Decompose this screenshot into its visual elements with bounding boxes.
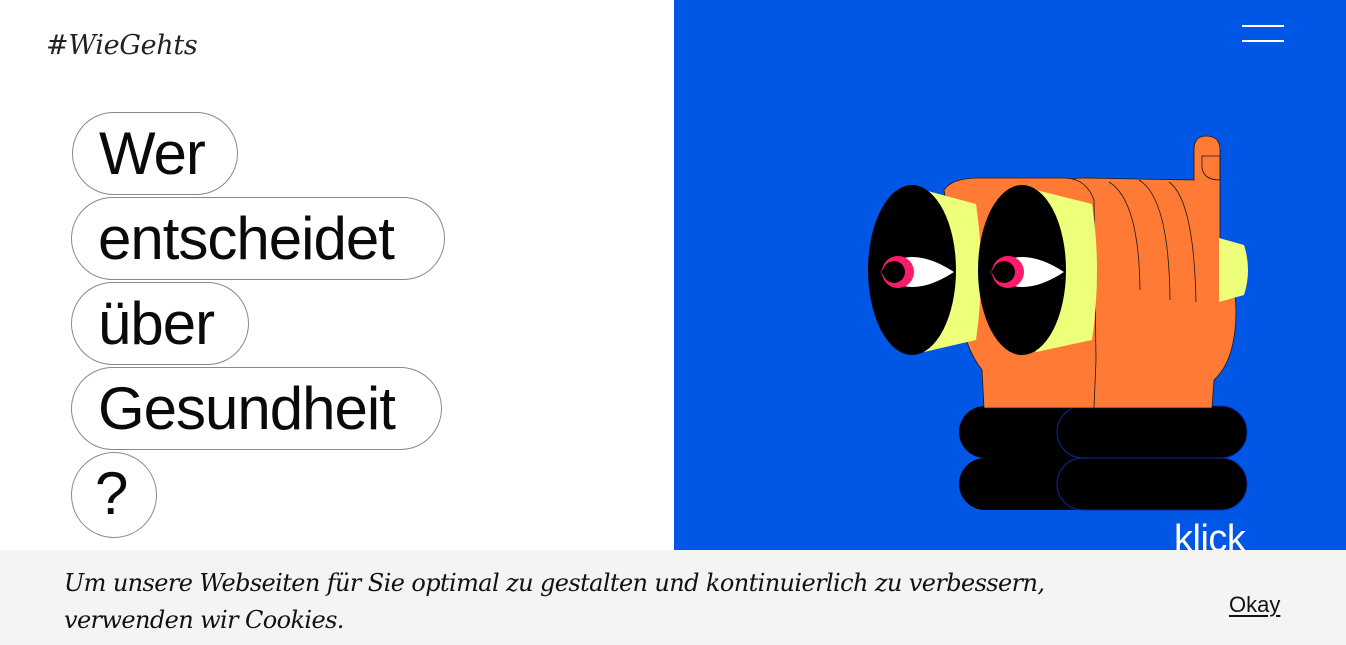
site-logo[interactable]: #WieGehts (46, 30, 198, 61)
cookie-message: Um unsere Webseiten für Sie optimal zu g… (64, 569, 1045, 634)
headline-word-pill: über (71, 282, 249, 365)
hands-binoculars-eyes-illustration (868, 135, 1248, 511)
cuff-right-top (1056, 405, 1248, 459)
headline-word-pill: Gesundheit (71, 367, 442, 450)
left-panel: #WieGehts Wer entscheidet über Gesundhei… (0, 0, 674, 645)
cuff-right-bottom (1056, 457, 1248, 511)
headline-word-pill: ? (71, 452, 157, 538)
headline-word-pill: Wer (72, 112, 238, 195)
hero-panel: klick (674, 0, 1346, 645)
cookie-banner: Um unsere Webseiten für Sie optimal zu g… (0, 550, 1346, 645)
hamburger-menu-icon[interactable] (1242, 22, 1284, 48)
headline-word-pill: entscheidet (71, 197, 445, 280)
binocular-eyepiece (1219, 238, 1248, 302)
cookie-accept-button[interactable]: Okay (1229, 592, 1280, 618)
